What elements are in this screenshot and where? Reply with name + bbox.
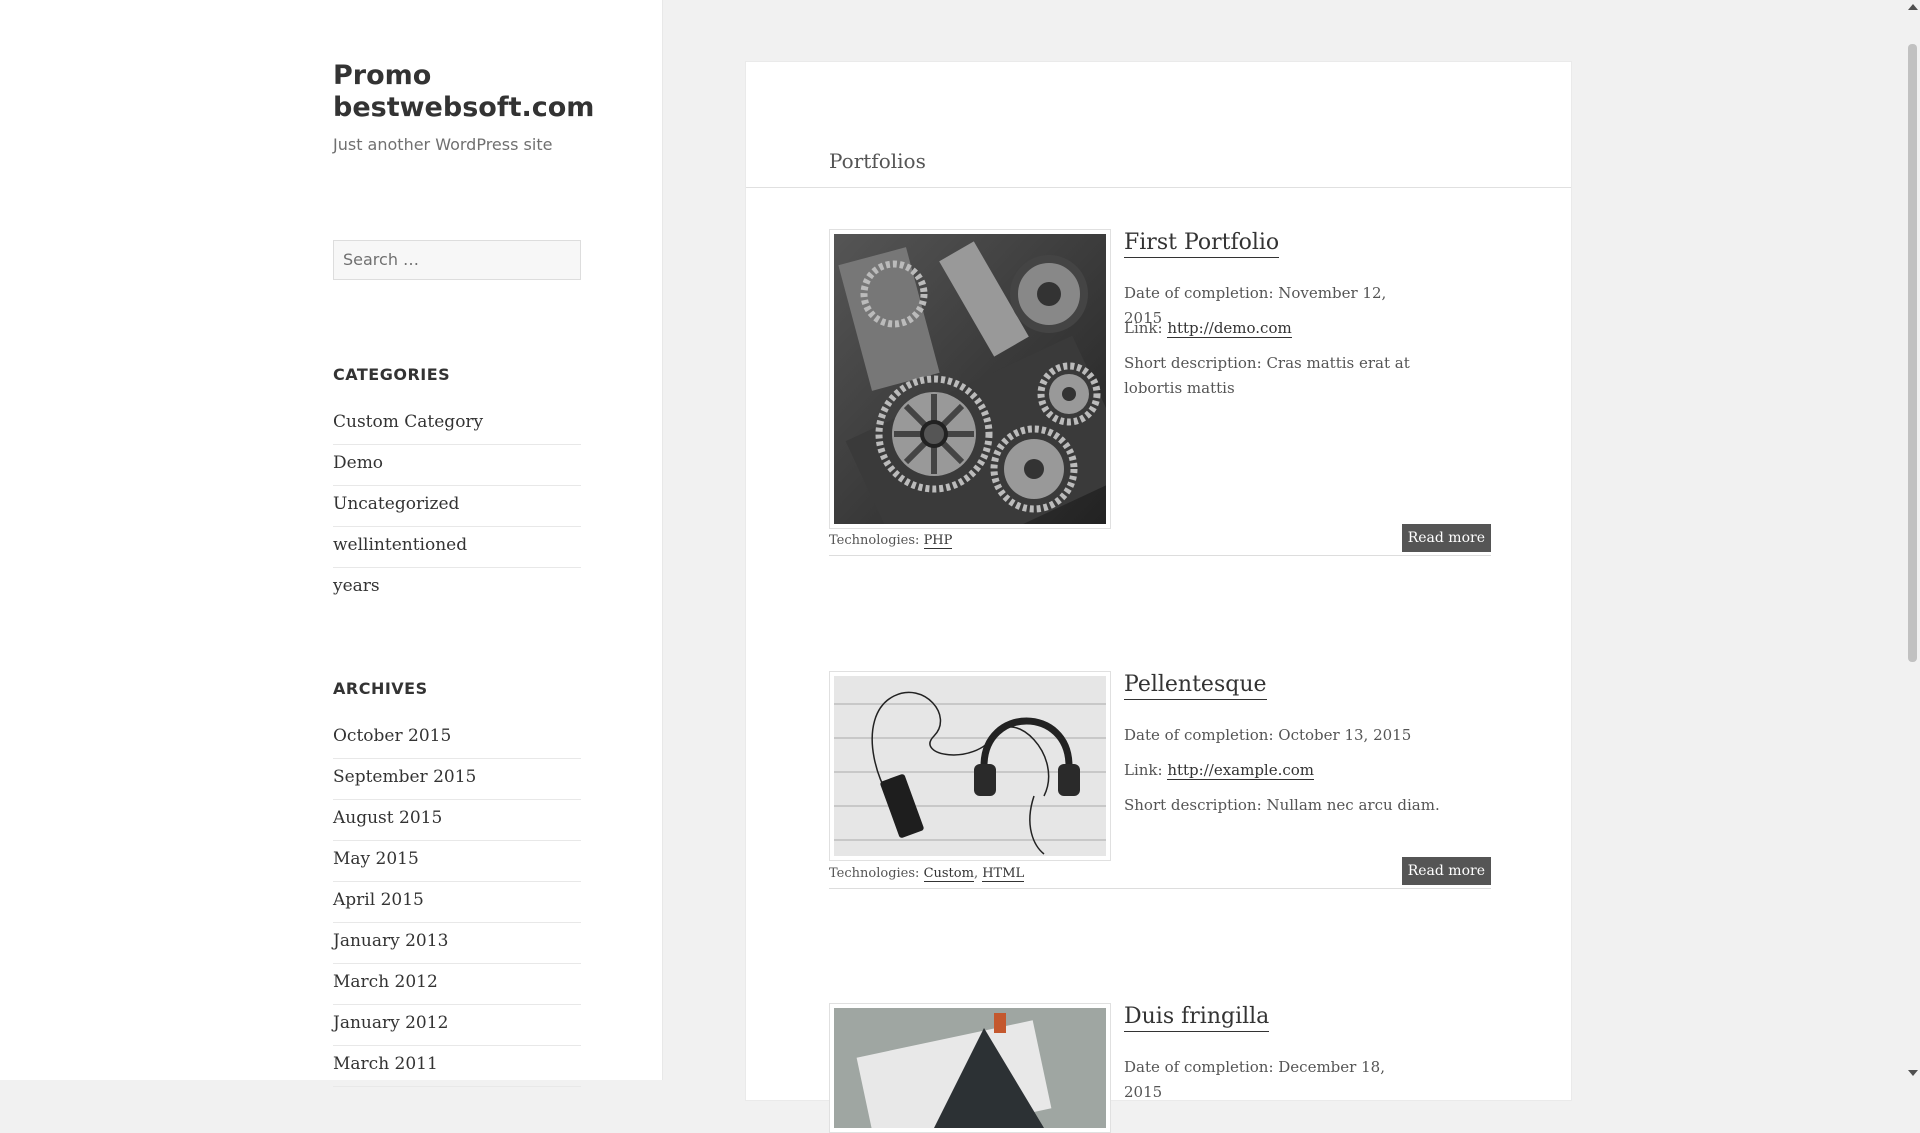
main-content: Portfolios First Portfolio Date of compl… (745, 61, 1572, 1133)
portfolio-link: Link: http://demo.com (1124, 316, 1424, 341)
archive-item[interactable]: September 2015 (333, 759, 581, 800)
technology-link[interactable]: Custom (923, 866, 974, 882)
portfolio-date: Date of completion: December 18, 2015 (1124, 1055, 1424, 1105)
house-model-image (834, 1008, 1106, 1128)
technology-link[interactable]: HTML (982, 866, 1025, 882)
date-label: Date of completion: (1124, 726, 1274, 744)
category-item[interactable]: Uncategorized (333, 486, 581, 527)
archive-item[interactable]: August 2015 (333, 800, 581, 841)
date-value: October 13, 2015 (1278, 726, 1412, 744)
categories-title: CATEGORIES (333, 365, 451, 384)
archive-item[interactable]: March 2011 (333, 1046, 581, 1087)
description-text: Nullam nec arcu diam. (1266, 796, 1440, 814)
page-title: Portfolios (829, 149, 926, 173)
date-label: Date of completion: (1124, 284, 1274, 302)
description-label: Short description: (1124, 354, 1262, 372)
vertical-scrollbar[interactable] (1905, 0, 1920, 1080)
technology-link[interactable]: PHP (923, 533, 953, 549)
category-item[interactable]: Demo (333, 445, 581, 486)
categories-list: Custom Category Demo Uncategorized welli… (333, 404, 581, 608)
portfolio-link: Link: http://example.com (1124, 758, 1424, 783)
read-more-button[interactable]: Read more (1401, 857, 1491, 885)
portfolio-description: Short description: Nullam nec arcu diam. (1124, 793, 1444, 818)
link-label: Link: (1124, 319, 1163, 337)
archive-item[interactable]: March 2012 (333, 964, 581, 1005)
search-input[interactable]: Search … (333, 240, 581, 280)
link-label: Link: (1124, 761, 1163, 779)
portfolio-thumbnail[interactable] (829, 1003, 1111, 1133)
archive-item[interactable]: October 2015 (333, 718, 581, 759)
read-more-button[interactable]: Read more (1401, 524, 1491, 552)
portfolio-thumbnail[interactable] (829, 671, 1111, 861)
archive-item[interactable]: May 2015 (333, 841, 581, 882)
scroll-up-icon[interactable] (1908, 4, 1918, 10)
portfolio-description: Short description: Cras mattis erat at l… (1124, 351, 1424, 401)
date-label: Date of completion: (1124, 1058, 1274, 1076)
category-item[interactable]: wellintentioned (333, 527, 581, 568)
portfolio-url[interactable]: http://demo.com (1167, 319, 1292, 338)
category-item[interactable]: years (333, 568, 581, 608)
site-title[interactable]: Promo bestwebsoft.com (333, 60, 594, 124)
archive-item[interactable]: January 2012 (333, 1005, 581, 1046)
gears-image (834, 234, 1106, 524)
archive-item[interactable]: January 2013 (333, 923, 581, 964)
description-label: Short description: (1124, 796, 1262, 814)
page-header: Portfolios (746, 62, 1571, 188)
portfolio-footer: Technologies: PHP Read more (829, 524, 1491, 556)
archive-item[interactable]: April 2015 (333, 882, 581, 923)
portfolio-title[interactable]: Pellentesque (1124, 671, 1267, 700)
portfolio-date: Date of completion: October 13, 2015 (1124, 723, 1424, 748)
portfolio-title[interactable]: Duis fringilla (1124, 1003, 1270, 1032)
scroll-down-icon[interactable] (1908, 1070, 1918, 1076)
technologies-label: Technologies: (829, 533, 920, 548)
sidebar: Promo bestwebsoft.com Just another WordP… (0, 0, 663, 1087)
site-description: Just another WordPress site (333, 135, 553, 154)
scrollbar-thumb[interactable] (1908, 44, 1917, 662)
technologies-label: Technologies: (829, 866, 920, 881)
archives-list: October 2015 September 2015 August 2015 … (333, 718, 581, 1087)
category-item[interactable]: Custom Category (333, 404, 581, 445)
portfolio-footer: Technologies: Custom, HTML Read more (829, 857, 1491, 889)
portfolio-title[interactable]: First Portfolio (1124, 229, 1280, 258)
headphones-image (834, 676, 1106, 856)
portfolio-url[interactable]: http://example.com (1167, 761, 1315, 780)
archives-title: ARCHIVES (333, 679, 428, 698)
portfolio-thumbnail[interactable] (829, 229, 1111, 529)
